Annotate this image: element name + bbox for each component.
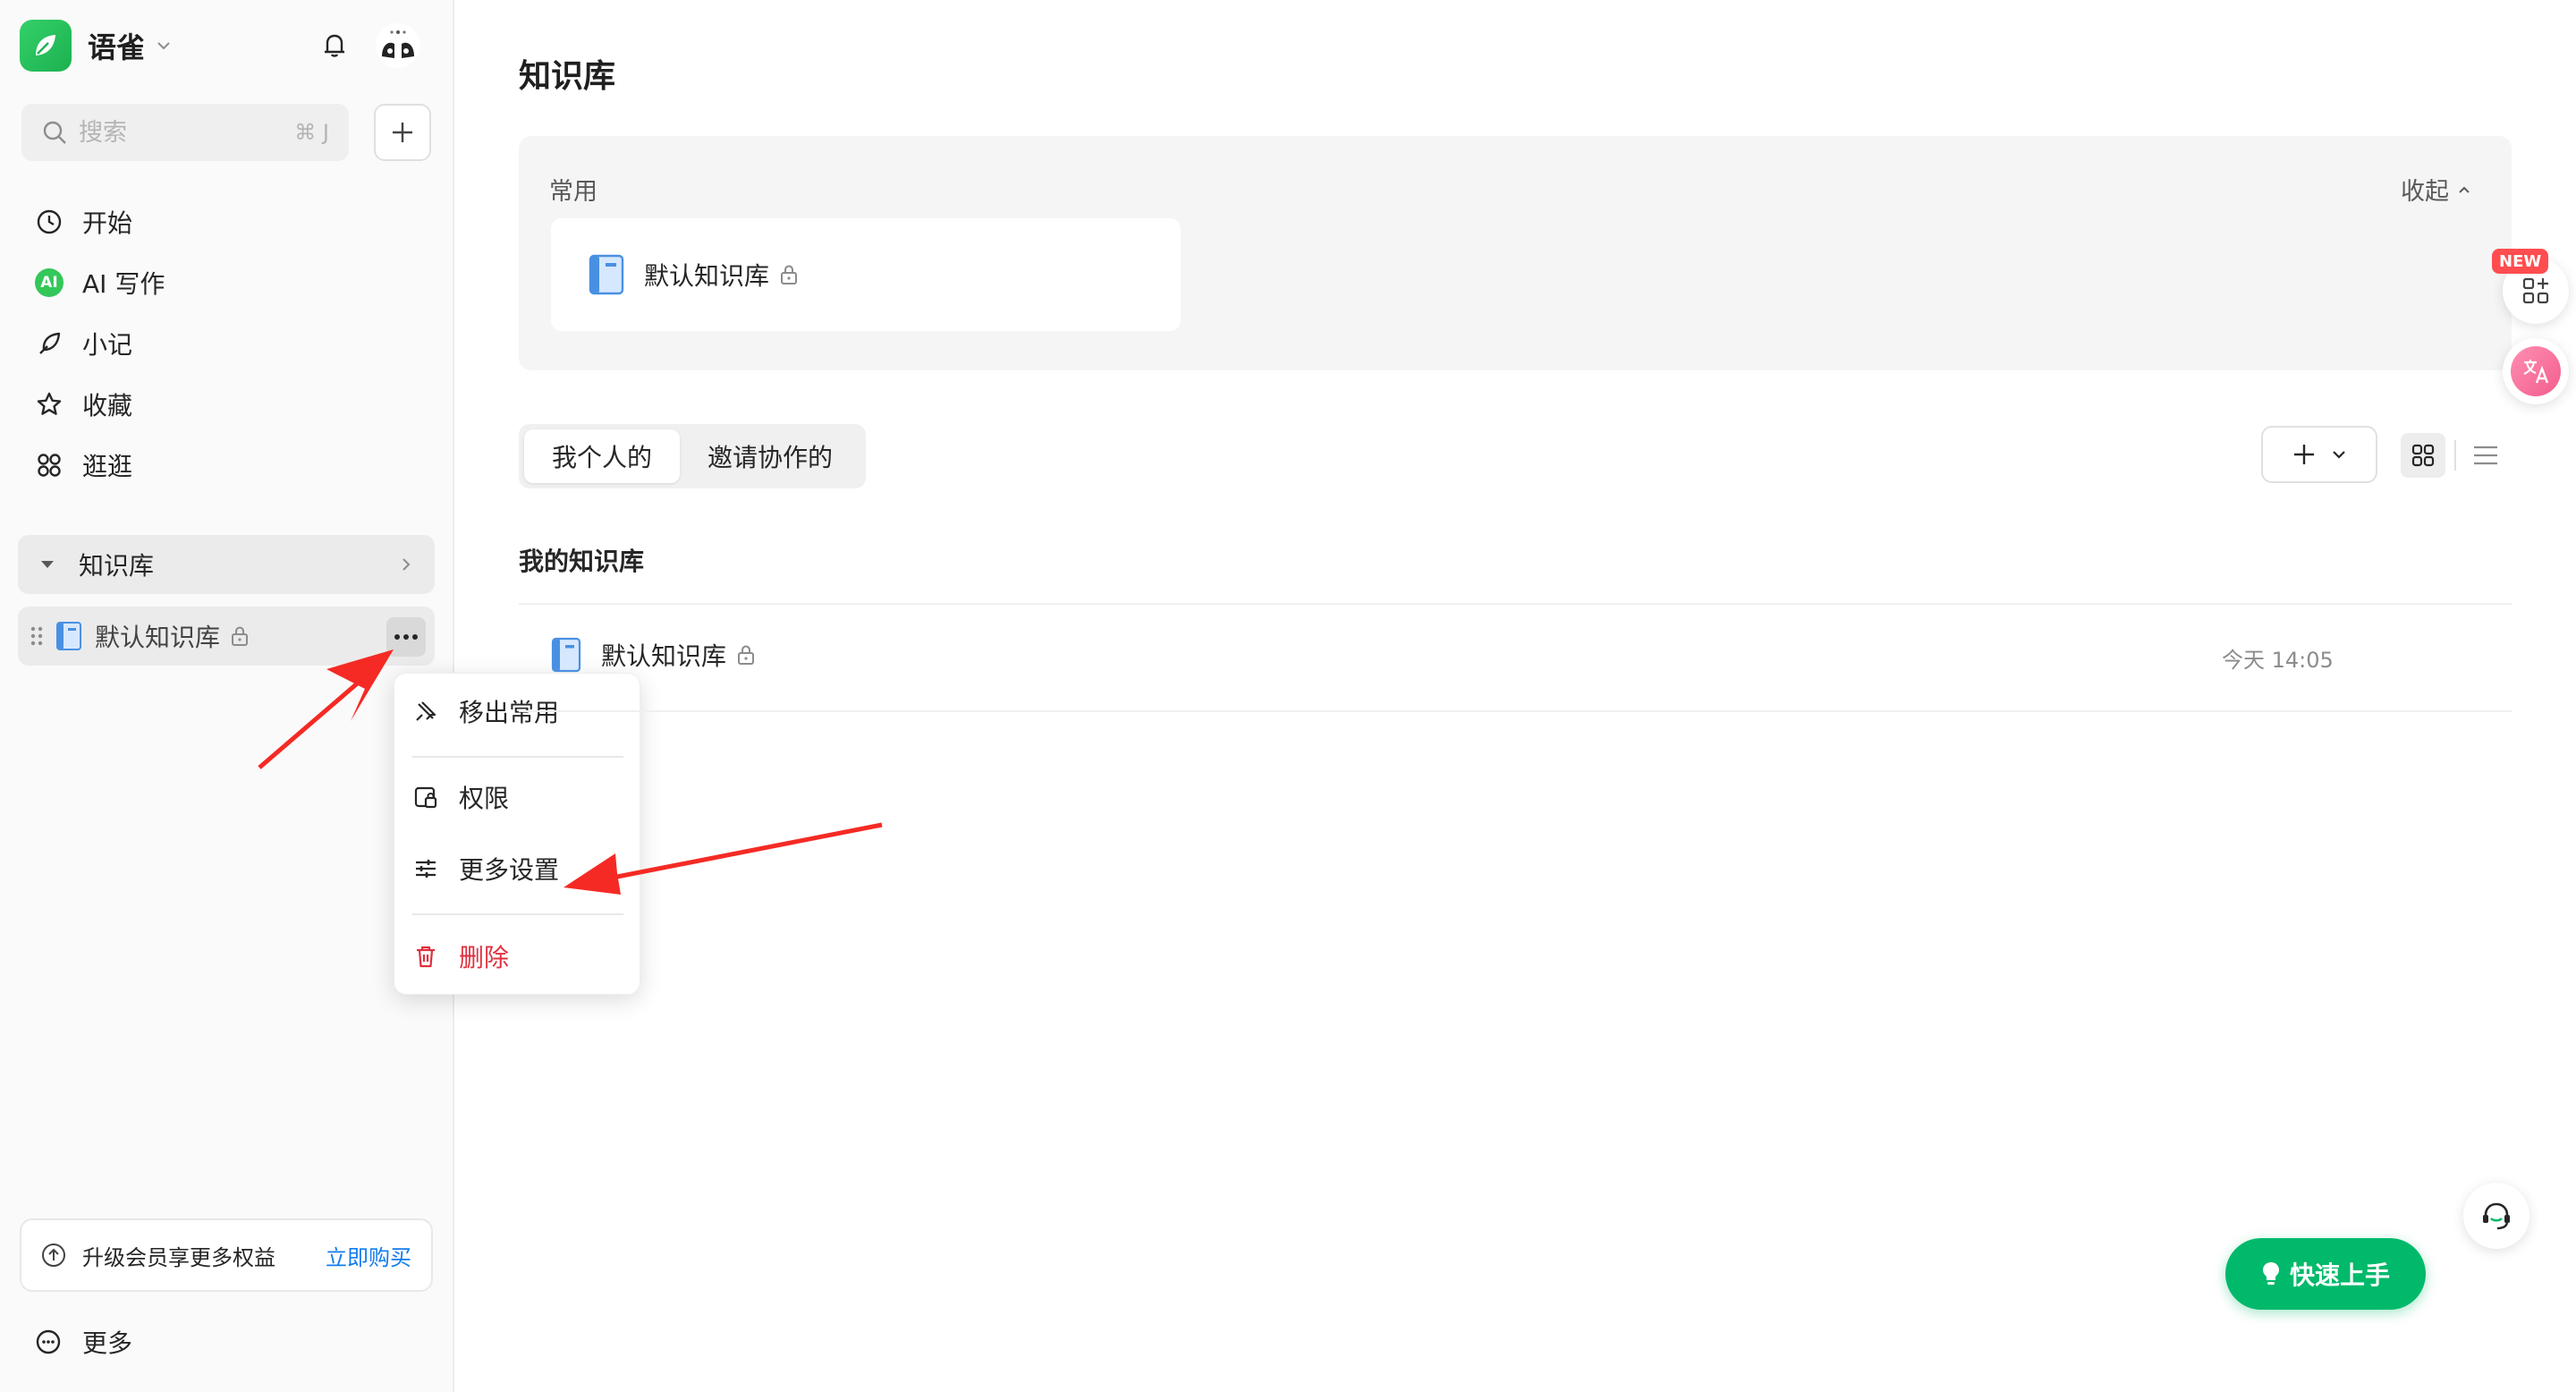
- bell-icon[interactable]: [318, 29, 351, 61]
- grid-circles-icon: [34, 450, 64, 480]
- upgrade-banner[interactable]: 升级会员享更多权益 立即购买: [20, 1218, 433, 1292]
- book-icon: [589, 254, 624, 295]
- arrow-up-circle-icon: [42, 1243, 65, 1267]
- translate-float-button[interactable]: [2503, 338, 2569, 404]
- menu-item-label: 更多设置: [459, 855, 560, 885]
- yuque-logo-icon: [20, 20, 72, 72]
- buy-now-link[interactable]: 立即购买: [326, 1240, 411, 1271]
- menu-item-permissions[interactable]: 权限: [394, 768, 641, 826]
- nav-label: 开始: [82, 208, 133, 238]
- menu-item-delete[interactable]: 删除: [394, 928, 641, 985]
- sidebar: 语雀 ⌘ J 开始 AI AI 写作 小记 收藏 逛逛: [0, 0, 454, 1392]
- upgrade-text: 升级会员享更多权益: [82, 1244, 275, 1270]
- search-shortcut: ⌘ J: [294, 120, 329, 145]
- nav-label: 逛逛: [82, 452, 133, 481]
- menu-item-label: 删除: [459, 943, 510, 972]
- collapse-label: 收起: [2401, 178, 2449, 206]
- ellipsis-icon: [394, 634, 418, 640]
- lightbulb-icon: [2262, 1262, 2279, 1285]
- headset-icon: [2483, 1202, 2510, 1230]
- more-button[interactable]: 更多: [34, 1324, 132, 1360]
- chevron-down-icon: [157, 42, 170, 50]
- tab-personal[interactable]: 我个人的: [524, 429, 680, 483]
- nav-item-ai-write[interactable]: AI AI 写作: [18, 252, 436, 313]
- drag-handle-icon[interactable]: [29, 624, 45, 648]
- grid-view-toggle[interactable]: [2401, 433, 2445, 478]
- search-icon: [43, 121, 66, 144]
- book-icon: [551, 637, 581, 673]
- unpin-icon: [416, 701, 436, 721]
- plus-icon: [393, 123, 412, 142]
- sidebar-kb-item[interactable]: 默认知识库: [18, 607, 435, 666]
- list-view-toggle[interactable]: [2469, 438, 2503, 472]
- lock-icon: [781, 265, 798, 284]
- nav-label: 小记: [82, 330, 133, 360]
- menu-item-more-settings[interactable]: 更多设置: [394, 840, 641, 897]
- search-input[interactable]: [79, 118, 258, 147]
- search-box[interactable]: ⌘ J: [21, 104, 349, 161]
- plus-icon: [2294, 445, 2314, 464]
- add-button[interactable]: [374, 104, 431, 161]
- sidebar-kb-header[interactable]: 知识库: [18, 535, 435, 594]
- more-actions-button[interactable]: [386, 617, 426, 657]
- brand[interactable]: 语雀: [20, 20, 174, 72]
- nav-label: 收藏: [82, 391, 133, 420]
- chevron-down-icon: [2333, 451, 2345, 459]
- new-badge: NEW: [2492, 249, 2549, 274]
- menu-item-label: 权限: [459, 784, 510, 813]
- kb-list-row-name: 默认知识库: [601, 641, 727, 671]
- more-label: 更多: [82, 1328, 133, 1358]
- nav-item-notes[interactable]: 小记: [18, 313, 436, 374]
- view-divider: [2454, 440, 2456, 471]
- grid-view-icon: [2411, 444, 2435, 467]
- more-circle-icon: [36, 1329, 61, 1354]
- create-kb-button[interactable]: [2261, 426, 2377, 483]
- row-divider: [519, 710, 2512, 712]
- tab-invited[interactable]: 邀请协作的: [680, 429, 860, 483]
- common-kb-card[interactable]: 默认知识库: [551, 218, 1181, 331]
- feather-icon: [34, 328, 64, 359]
- trash-icon: [417, 946, 435, 968]
- kb-context-menu: 移出常用 权限 更多设置 删除: [394, 673, 640, 995]
- lock-icon: [232, 626, 249, 646]
- lock-icon: [738, 645, 755, 665]
- permission-icon: [414, 786, 437, 809]
- quick-start-button[interactable]: 快速上手: [2225, 1238, 2426, 1310]
- sidebar-kb-header-label: 知识库: [79, 551, 155, 581]
- page-title: 知识库: [519, 58, 616, 95]
- app-name: 语雀: [88, 30, 146, 64]
- support-float-button[interactable]: [2463, 1183, 2529, 1249]
- apps-add-icon: [2522, 277, 2549, 304]
- nav-item-favorites[interactable]: 收藏: [18, 374, 436, 435]
- list-view-icon: [2474, 446, 2497, 465]
- caret-down-icon[interactable]: [38, 555, 57, 574]
- chevron-up-icon: [2459, 186, 2470, 193]
- nav-item-start[interactable]: 开始: [18, 191, 436, 252]
- sidebar-kb-item-label: 默认知识库: [95, 623, 221, 652]
- clock-icon: [34, 207, 64, 237]
- ai-icon: AI: [35, 268, 64, 297]
- nav-label: AI 写作: [82, 269, 165, 299]
- book-icon: [56, 622, 81, 650]
- common-kb-card-label: 默认知识库: [644, 261, 770, 291]
- menu-divider: [412, 756, 623, 758]
- main-nav: 开始 AI AI 写作 小记 收藏 逛逛: [18, 191, 436, 496]
- collapse-button[interactable]: 收起: [2401, 172, 2472, 207]
- kb-tabs: 我个人的 邀请协作的: [519, 424, 866, 488]
- kb-list-row[interactable]: 默认知识库: [551, 637, 757, 673]
- avatar[interactable]: [376, 23, 420, 68]
- row-divider: [519, 603, 2512, 605]
- quick-start-label: 快速上手: [2289, 1260, 2390, 1290]
- common-label: 常用: [549, 178, 597, 206]
- star-icon: [34, 389, 64, 420]
- sliders-icon: [416, 860, 436, 878]
- chevron-right-icon[interactable]: [397, 556, 415, 573]
- section-title: 我的知识库: [519, 547, 645, 576]
- kb-list-row-time: 今天 14:05: [2222, 648, 2334, 673]
- translate-icon: [2511, 346, 2561, 396]
- menu-divider: [412, 913, 623, 915]
- nav-item-explore[interactable]: 逛逛: [18, 435, 436, 496]
- common-panel: 常用 收起 默认知识库: [519, 136, 2512, 370]
